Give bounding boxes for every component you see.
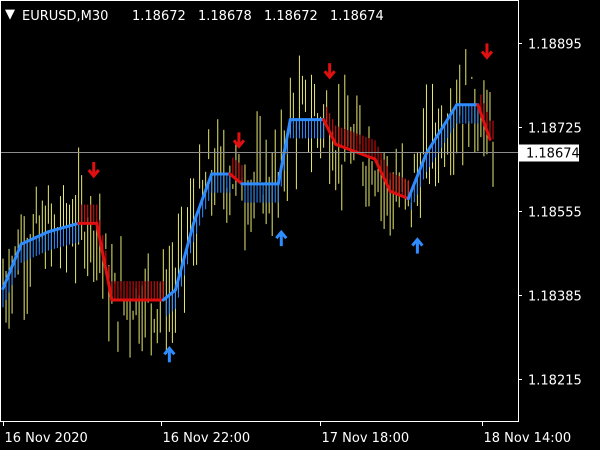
current-price-label: 1.18674 [526, 147, 580, 162]
ohlc-low: 1.18672 [264, 9, 318, 24]
y-tick-label: 1.18385 [528, 290, 582, 305]
y-tick-label: 1.18725 [528, 122, 582, 137]
symbol-timeframe: EURUSD,M30 [22, 9, 108, 24]
y-tick-label: 1.18895 [528, 38, 582, 53]
x-tick-label: 18 Nov 14:00 [484, 431, 572, 446]
x-tick-label: 16 Nov 2020 [5, 431, 88, 446]
x-tick-label: 16 Nov 22:00 [163, 431, 251, 446]
ohlc-open: 1.18672 [132, 9, 186, 24]
y-tick-label: 1.18215 [528, 374, 582, 389]
ohlc-high: 1.18678 [198, 9, 252, 24]
x-tick-label: 17 Nov 18:00 [322, 431, 410, 446]
collapse-toggle-icon[interactable]: ▼ [5, 7, 15, 22]
ohlc-close: 1.18674 [330, 9, 384, 24]
price-chart[interactable]: 1.18895 1.18725 1.18555 1.18385 1.18215 1.186… [0, 0, 600, 450]
y-tick-label: 1.18555 [528, 206, 582, 221]
chart-background [0, 0, 600, 450]
